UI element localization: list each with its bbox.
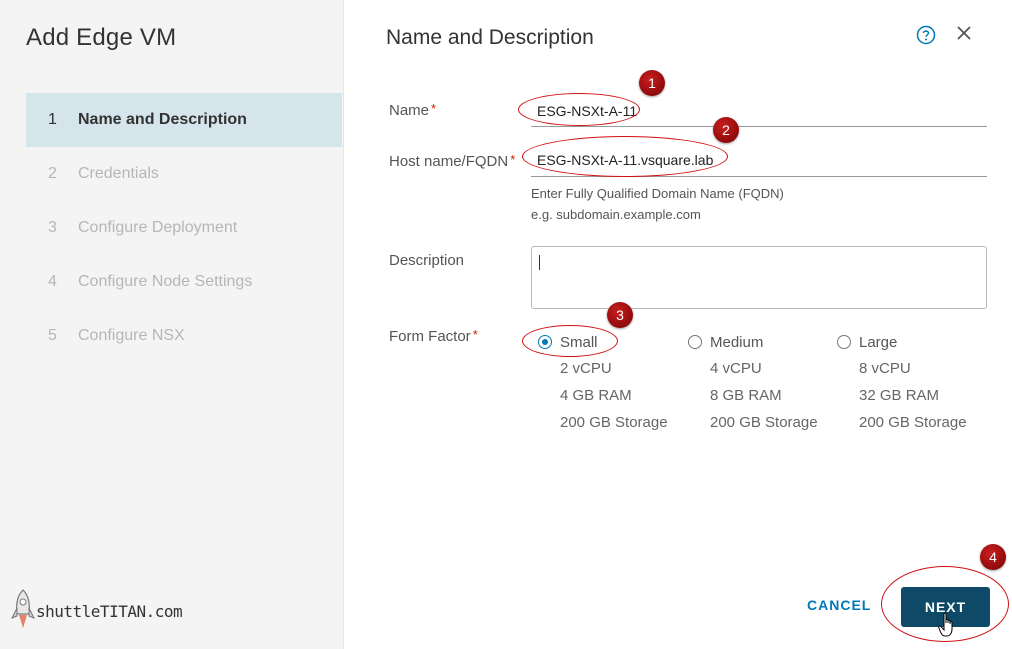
option-ram: 8 GB RAM <box>710 387 782 404</box>
form-factor-option-small[interactable]: Small 2 vCPU 4 GB RAM 200 GB Storage <box>538 333 668 432</box>
option-label: Medium <box>710 333 764 351</box>
close-icon[interactable] <box>955 24 973 42</box>
step-number: 3 <box>48 219 57 236</box>
step-label: Configure Node Settings <box>78 273 253 290</box>
name-label: Name * <box>389 101 437 119</box>
option-cpu: 4 vCPU <box>710 360 762 377</box>
step-number: 4 <box>48 273 57 290</box>
annotation-badge-3: 3 <box>607 302 633 328</box>
option-cpu: 2 vCPU <box>560 360 612 377</box>
radio-button[interactable] <box>837 335 851 349</box>
step-configure-nsx[interactable]: 5 Configure NSX <box>26 309 342 363</box>
rocket-icon <box>10 589 36 628</box>
step-label: Name and Description <box>78 111 247 128</box>
step-number: 5 <box>48 327 57 344</box>
hostname-label: Host name/FQDN * <box>389 152 516 170</box>
step-configure-deployment[interactable]: 3 Configure Deployment <box>26 201 342 255</box>
wizard-steps: 1 Name and Description 2 Credentials 3 C… <box>26 93 342 363</box>
step-label: Configure NSX <box>78 327 185 344</box>
step-credentials[interactable]: 2 Credentials <box>26 147 342 201</box>
annotation-badge-2: 2 <box>713 117 739 143</box>
description-label: Description <box>389 252 465 269</box>
hand-cursor-icon <box>938 612 953 637</box>
option-ram: 32 GB RAM <box>859 387 940 404</box>
step-number: 1 <box>48 111 57 128</box>
name-input-underline <box>531 126 987 127</box>
name-input[interactable]: ESG-NSXt-A-11 <box>537 103 637 119</box>
step-label: Credentials <box>78 165 159 182</box>
step-number: 2 <box>48 165 57 182</box>
description-textarea[interactable] <box>531 246 987 309</box>
option-storage: 200 GB Storage <box>859 414 967 431</box>
wizard-sidebar: Add Edge VM 1 Name and Description 2 Cre… <box>0 0 344 649</box>
hostname-hint: Enter Fully Qualified Domain Name (FQDN) <box>531 186 784 201</box>
text-caret <box>539 255 540 270</box>
watermark-logo: shuttleTITAN.com <box>8 585 208 637</box>
option-ram: 4 GB RAM <box>560 387 632 404</box>
cancel-button[interactable]: CANCEL <box>807 597 871 613</box>
annotation-badge-4: 4 <box>980 544 1006 570</box>
option-label: Small <box>560 333 598 351</box>
step-configure-node-settings[interactable]: 4 Configure Node Settings <box>26 255 342 309</box>
hostname-example: e.g. subdomain.example.com <box>531 207 701 222</box>
annotation-badge-1: 1 <box>639 70 665 96</box>
option-storage: 200 GB Storage <box>560 414 668 431</box>
form-factor-option-medium[interactable]: Medium 4 vCPU 8 GB RAM 200 GB Storage <box>688 333 818 432</box>
section-title: Name and Description <box>386 26 594 49</box>
step-name-and-description[interactable]: 1 Name and Description <box>26 93 342 147</box>
watermark-text: shuttleTITAN.com <box>36 601 183 621</box>
dialog-title: Add Edge VM <box>26 24 177 51</box>
help-icon[interactable] <box>916 25 936 45</box>
option-storage: 200 GB Storage <box>710 414 818 431</box>
option-label: Large <box>859 333 898 351</box>
form-factor-label: Form Factor * <box>389 327 478 345</box>
option-cpu: 8 vCPU <box>859 360 911 377</box>
hostname-input-underline <box>531 176 987 177</box>
step-label: Configure Deployment <box>78 219 238 236</box>
radio-button-checked[interactable] <box>538 335 552 349</box>
radio-button[interactable] <box>688 335 702 349</box>
form-factor-option-large[interactable]: Large 8 vCPU 32 GB RAM 200 GB Storage <box>837 333 967 432</box>
hostname-input[interactable]: ESG-NSXt-A-11.vsquare.lab <box>537 152 713 168</box>
